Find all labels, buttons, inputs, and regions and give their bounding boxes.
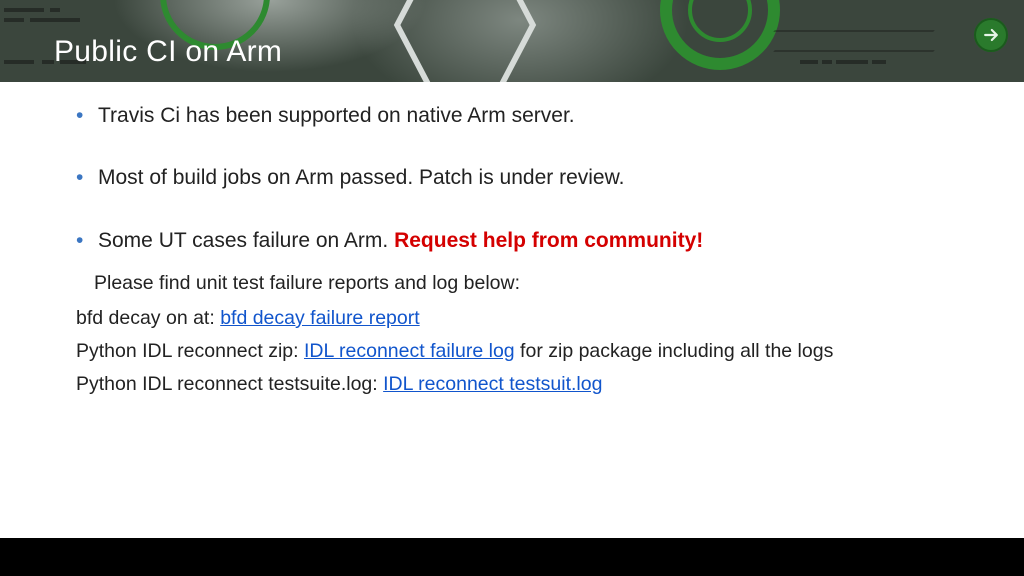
link-prefix: Python IDL reconnect testsuite.log: [76,373,383,395]
bullet-item: Travis Ci has been supported on native A… [76,102,964,130]
link-prefix: bfd decay on at: [76,307,220,329]
slide-header: Public CI on Arm [0,0,1024,82]
idl-reconnect-testsuite-link[interactable]: IDL reconnect testsuit.log [383,373,602,395]
link-prefix: Python IDL reconnect zip: [76,340,304,362]
arrow-right-icon [981,25,1001,45]
bullet-text: Some UT cases failure on Arm. [98,229,394,252]
deco-hexagon [390,0,540,82]
slide: Public CI on Arm Travis Ci has been supp… [0,0,1024,576]
link-line-1: bfd decay on at: bfd decay failure repor… [76,304,964,333]
bullet-text: Most of build jobs on Arm passed. Patch … [98,166,624,189]
help-request-text: Request help from community! [394,229,703,252]
slide-footer [0,538,1024,576]
bullet-list: Travis Ci has been supported on native A… [76,102,964,255]
link-line-3: Python IDL reconnect testsuite.log: IDL … [76,370,964,399]
deco-bars-right [800,0,1000,82]
link-line-2: Python IDL reconnect zip: IDL reconnect … [76,337,964,366]
bfd-decay-report-link[interactable]: bfd decay failure report [220,307,419,329]
slide-title: Public CI on Arm [54,35,282,69]
bullet-item: Some UT cases failure on Arm. Request he… [76,227,964,255]
bullet-text: Travis Ci has been supported on native A… [98,104,575,127]
bullet-item: Most of build jobs on Arm passed. Patch … [76,164,964,192]
sub-note: Please find unit test failure reports an… [94,269,964,298]
arrow-badge-icon [974,18,1008,52]
idl-reconnect-zip-link[interactable]: IDL reconnect failure log [304,340,515,362]
slide-content: Travis Ci has been supported on native A… [76,102,964,404]
link-suffix: for zip package including all the logs [515,340,834,362]
links-block: bfd decay on at: bfd decay failure repor… [76,304,964,400]
